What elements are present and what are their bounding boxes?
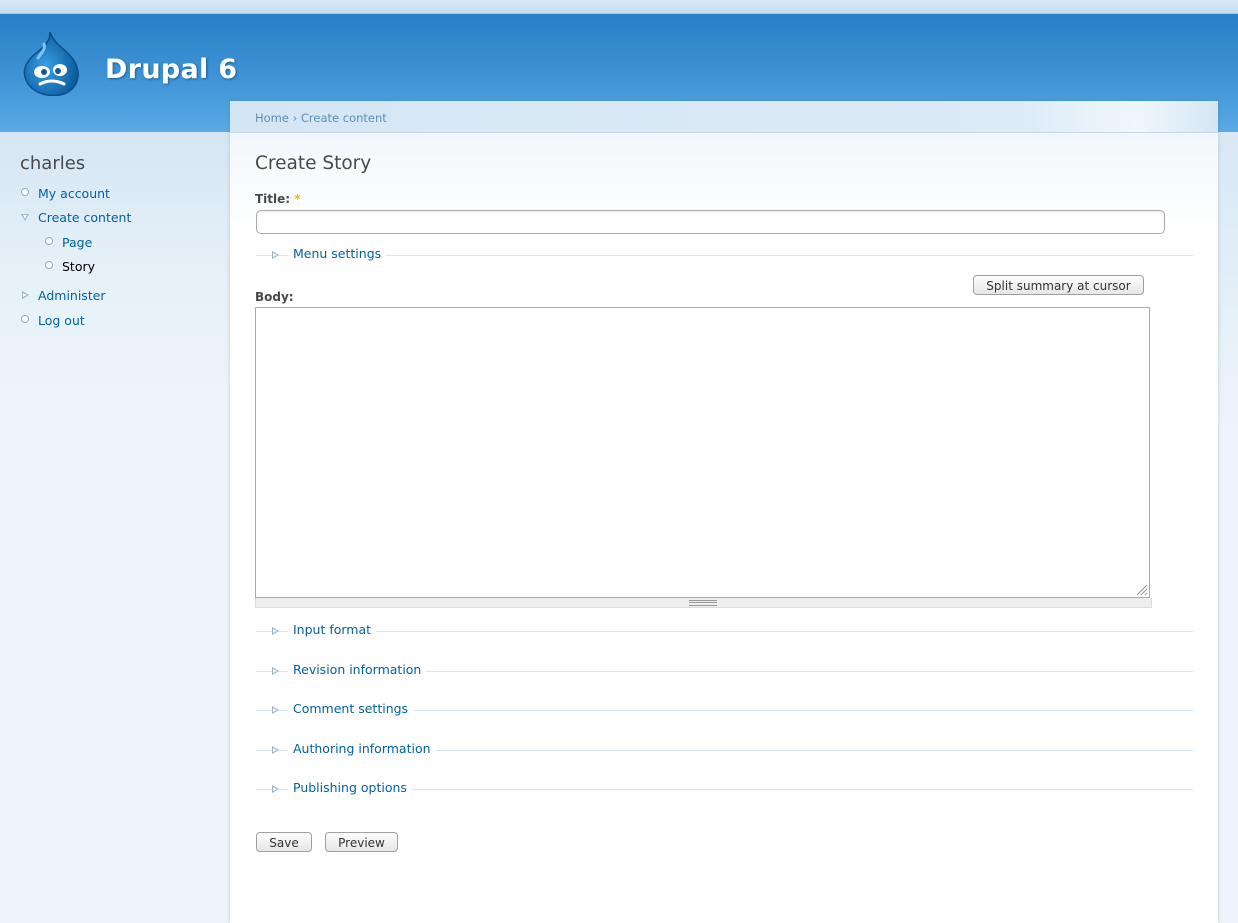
collapsed-triangle-icon [272,706,279,714]
revision-information-toggle[interactable]: Revision information [288,662,427,677]
body-label: Body: [255,290,294,304]
menu-settings-toggle[interactable]: Menu settings [288,246,387,261]
fieldset-input-format: Input format [256,622,1193,647]
fieldset-authoring-information: Authoring information [256,741,1193,766]
sidebar-item-log-out[interactable]: Log out [38,313,85,328]
sidebar-user-name: charles [20,153,86,174]
title-label-text: Title: [255,192,291,206]
fieldset-border [256,631,1193,632]
textarea-resize-grippie[interactable] [255,598,1152,608]
collapsed-triangle-icon [272,785,279,793]
breadcrumb-separator: › [292,111,298,125]
required-mark: * [294,192,301,206]
fieldset-menu-settings: Menu settings [256,246,1193,271]
site-name[interactable]: Drupal 6 [105,54,237,85]
collapsed-triangle-icon [272,746,279,754]
right-edge-background [1218,132,1238,923]
sidebar-item-administer[interactable]: Administer [38,288,106,303]
expanded-triangle-icon [21,214,29,221]
resize-corner-icon[interactable] [1134,582,1148,596]
title-label: Title: * [255,192,301,206]
sidebar-item-story[interactable]: Story [62,259,95,274]
bullet-icon [21,315,29,323]
breadcrumb-home-link[interactable]: Home [255,111,289,125]
title-input[interactable] [256,210,1165,234]
save-button[interactable]: Save [256,832,312,852]
drupal-drop-icon[interactable] [20,30,84,96]
breadcrumb-create-content-link[interactable]: Create content [301,111,387,125]
collapsed-triangle-icon [272,627,279,635]
publishing-options-toggle[interactable]: Publishing options [288,780,412,795]
fieldset-revision-information: Revision information [256,662,1193,687]
sidebar-background [0,132,230,923]
authoring-information-toggle[interactable]: Authoring information [288,741,436,756]
sidebar-item-my-account[interactable]: My account [38,186,110,201]
main-content: Home › Create content Create Story Title… [230,101,1218,923]
fieldset-border [256,255,1193,256]
browser-top-strip [0,0,1238,14]
split-summary-button[interactable]: Split summary at cursor [973,275,1144,295]
preview-button[interactable]: Preview [325,832,398,852]
bullet-icon [21,188,29,196]
input-format-toggle[interactable]: Input format [288,622,377,637]
breadcrumb: Home › Create content [255,111,387,125]
comment-settings-toggle[interactable]: Comment settings [288,701,414,716]
sidebar-item-page[interactable]: Page [62,235,92,250]
bullet-icon [45,261,53,269]
fieldset-comment-settings: Comment settings [256,701,1193,726]
collapsed-triangle-icon [272,667,279,675]
body-textarea[interactable] [255,307,1150,598]
page-title: Create Story [255,153,372,174]
breadcrumb-bar: Home › Create content [230,101,1218,133]
sidebar-item-create-content[interactable]: Create content [38,210,131,225]
grip-lines-icon [689,600,717,606]
bullet-icon [45,237,53,245]
collapsed-triangle-icon [272,251,279,259]
fieldset-publishing-options: Publishing options [256,780,1193,805]
collapsed-triangle-icon [22,291,29,299]
